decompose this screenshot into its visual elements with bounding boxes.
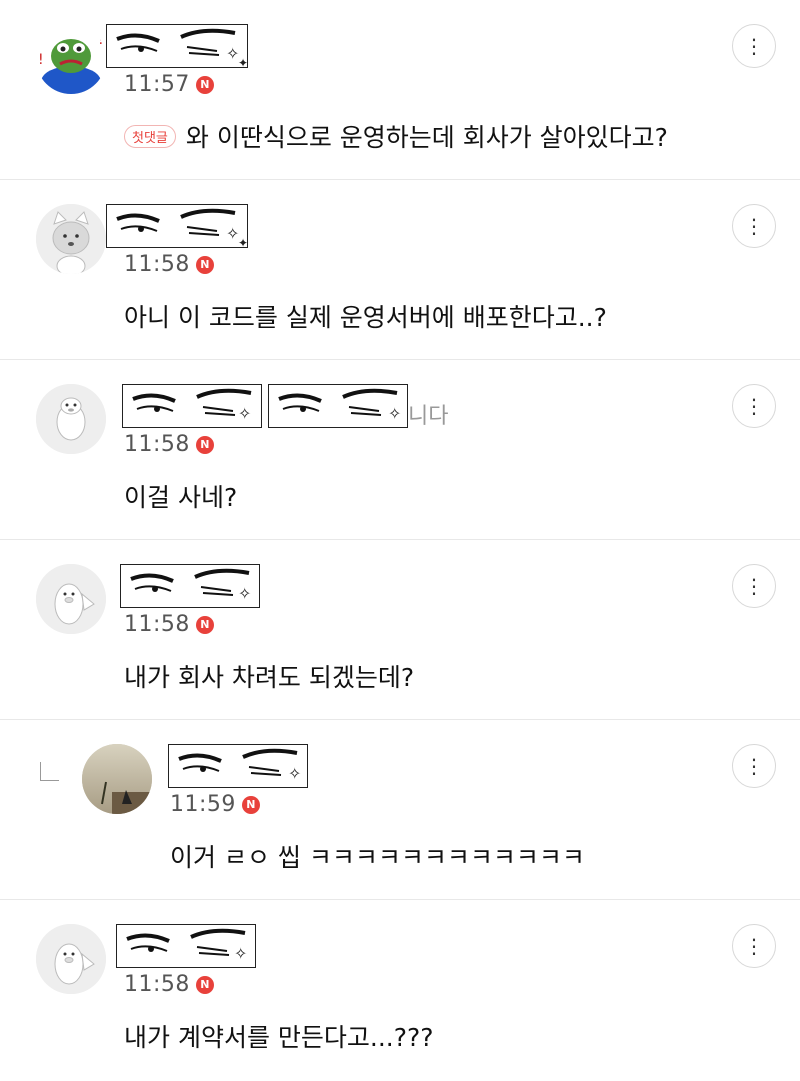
- reply-arrow-icon: [40, 762, 59, 781]
- more-vertical-icon: ⋮: [744, 934, 764, 958]
- svg-text:!: !: [38, 52, 44, 68]
- avatar[interactable]: [82, 744, 152, 814]
- comment-item: ! ! ✧ ✦ 11:57 N 첫댓글 와 이딴식으로 운영하는데 회사가 살아있…: [0, 0, 800, 180]
- sparkle-icon: ✧: [238, 404, 252, 423]
- pig-avatar-icon: [36, 564, 106, 634]
- comment-text: 내가 회사 차려도 되겠는데?: [124, 663, 415, 692]
- comment-meta: 11:58 N: [124, 972, 214, 997]
- first-comment-badge: 첫댓글: [124, 125, 176, 148]
- svg-text:!: !: [98, 32, 104, 48]
- new-badge: N: [195, 615, 214, 634]
- comment-meta: 11:58 N: [124, 252, 214, 277]
- duck-avatar-icon: [36, 384, 106, 454]
- nickname-redacted[interactable]: [168, 744, 308, 788]
- reply-item: ✧ 11:59 N 이거 ㄹㅇ 씹 ㅋㅋㅋㅋㅋㅋㅋㅋㅋㅋㅋㅋ ⋮: [0, 720, 800, 900]
- comment-item: ✧ ✦ 11:58 N 아니 이 코드를 실제 운영서버에 배포한다고..? ⋮: [0, 180, 800, 360]
- new-badge: N: [195, 255, 214, 274]
- more-vertical-icon: ⋮: [744, 214, 764, 238]
- comment-time: 11:58: [124, 612, 190, 637]
- comment-meta: 11:59 N: [170, 792, 260, 817]
- new-badge: N: [195, 435, 214, 454]
- avatar[interactable]: [36, 384, 106, 454]
- sparkle-icon: ✦: [238, 56, 249, 70]
- avatar[interactable]: [36, 204, 106, 274]
- more-options-button[interactable]: ⋮: [732, 924, 776, 968]
- more-options-button[interactable]: ⋮: [732, 744, 776, 788]
- photo-avatar-icon: [82, 744, 152, 814]
- comment-meta: 11:58 N: [124, 432, 214, 457]
- more-options-button[interactable]: ⋮: [732, 204, 776, 248]
- comment-time: 11:58: [124, 432, 190, 457]
- avatar[interactable]: [36, 564, 106, 634]
- comment-item: ✧ 11:58 N 내가 계약서를 만든다고...??? ⋮: [0, 900, 800, 1081]
- comment-meta: 11:58 N: [124, 612, 214, 637]
- more-options-button[interactable]: ⋮: [732, 24, 776, 68]
- avatar[interactable]: [36, 924, 106, 994]
- more-vertical-icon: ⋮: [744, 574, 764, 598]
- frog-avatar-icon: ! !: [36, 24, 106, 94]
- new-badge: N: [241, 795, 260, 814]
- new-badge: N: [195, 975, 214, 994]
- cat-avatar-icon: [36, 204, 106, 274]
- more-vertical-icon: ⋮: [744, 34, 764, 58]
- sparkle-icon: ✧: [388, 404, 402, 423]
- comment-text: 이걸 사네?: [124, 483, 238, 512]
- new-badge: N: [195, 75, 214, 94]
- comment-item: 니다 ✧ ✧ 11:58 N 이걸 사네? ⋮: [0, 360, 800, 540]
- avatar[interactable]: ! !: [36, 24, 106, 94]
- comment-item: ✧ 11:58 N 내가 회사 차려도 되겠는데? ⋮: [0, 540, 800, 720]
- comment-time: 11:58: [124, 252, 190, 277]
- more-options-button[interactable]: ⋮: [732, 384, 776, 428]
- more-vertical-icon: ⋮: [744, 394, 764, 418]
- comment-text-row: 첫댓글 와 이딴식으로 운영하는데 회사가 살아있다고?: [124, 118, 668, 154]
- more-options-button[interactable]: ⋮: [732, 564, 776, 608]
- comment-time: 11:58: [124, 972, 190, 997]
- comment-meta: 11:57 N: [124, 72, 214, 97]
- pig-avatar-icon: [36, 924, 106, 994]
- sparkle-icon: ✧: [238, 584, 252, 603]
- comment-text: 내가 계약서를 만든다고...???: [124, 1023, 434, 1052]
- comment-text: 아니 이 코드를 실제 운영서버에 배포한다고..?: [124, 303, 607, 332]
- nickname-tail: 니다: [408, 404, 449, 429]
- comment-text: 와 이딴식으로 운영하는데 회사가 살아있다고?: [185, 123, 668, 152]
- sparkle-icon: ✧: [288, 764, 302, 783]
- comment-time: 11:59: [170, 792, 236, 817]
- sparkle-icon: ✦: [238, 236, 249, 250]
- sparkle-icon: ✧: [234, 944, 248, 963]
- comment-text: 이거 ㄹㅇ 씹 ㅋㅋㅋㅋㅋㅋㅋㅋㅋㅋㅋㅋ: [170, 843, 585, 872]
- more-vertical-icon: ⋮: [744, 754, 764, 778]
- comment-time: 11:57: [124, 72, 190, 97]
- nickname-redacted[interactable]: [268, 384, 408, 428]
